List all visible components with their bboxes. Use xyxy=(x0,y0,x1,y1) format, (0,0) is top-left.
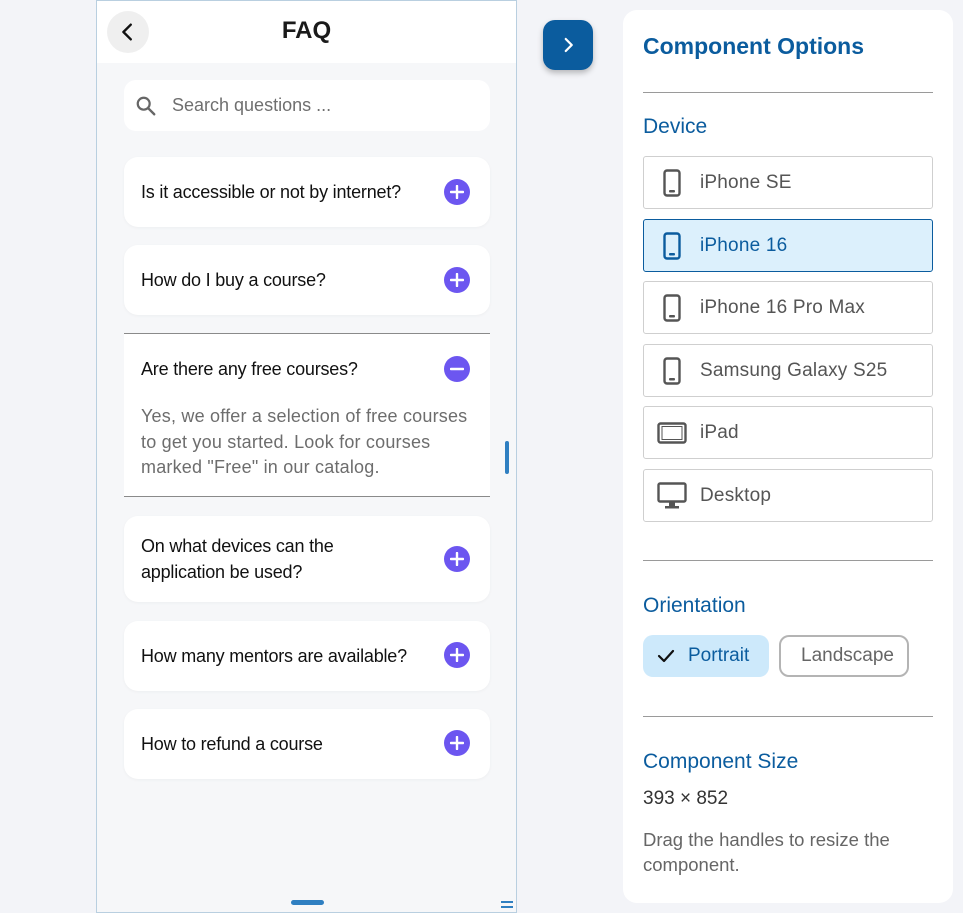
faq-item[interactable]: Is it accessible or not by internet? xyxy=(124,157,490,227)
panel-title: Component Options xyxy=(643,33,865,59)
app-header: FAQ xyxy=(97,1,516,63)
faq-question: How do I buy a course? xyxy=(141,270,326,290)
faq-answer: Yes, we offer a selection of free course… xyxy=(141,406,468,477)
faq-question: How many mentors are available? xyxy=(141,646,407,666)
orientation-portrait-button[interactable]: Portrait xyxy=(643,635,769,677)
tablet-icon xyxy=(644,407,700,458)
faq-question: How to refund a course xyxy=(141,734,323,754)
search-bar[interactable] xyxy=(124,80,490,131)
phone-icon xyxy=(644,282,700,333)
device-option-iphone-16-pro-max[interactable]: iPhone 16 Pro Max xyxy=(643,281,933,334)
component-size-value: 393 × 852 xyxy=(643,788,729,809)
divider xyxy=(643,716,933,717)
orientation-section-label: Orientation xyxy=(643,594,746,617)
device-option-desktop[interactable]: Desktop xyxy=(643,469,933,522)
resize-handle-corner[interactable] xyxy=(501,901,513,908)
size-section-label: Component Size xyxy=(643,750,799,773)
phone-icon xyxy=(644,157,700,208)
faq-item[interactable]: How many mentors are available? xyxy=(124,621,490,691)
search-input[interactable] xyxy=(172,95,472,116)
faq-question: On what devices can the application be u… xyxy=(141,536,334,582)
resize-handle-bottom[interactable] xyxy=(291,900,324,905)
device-section-label: Device xyxy=(643,115,708,138)
phone-icon xyxy=(644,345,700,396)
faq-item[interactable]: How to refund a course xyxy=(124,709,490,779)
expand-icon[interactable] xyxy=(444,546,470,572)
device-option-iphone-16[interactable]: iPhone 16 xyxy=(643,219,933,272)
expand-icon[interactable] xyxy=(444,730,470,756)
expand-icon[interactable] xyxy=(444,267,470,293)
divider xyxy=(643,92,933,93)
phone-icon xyxy=(644,220,700,271)
orientation-landscape-button[interactable]: Landscape xyxy=(779,635,909,677)
device-option-samsung-galaxy-s25[interactable]: Samsung Galaxy S25 xyxy=(643,344,933,397)
device-option-iphone-se[interactable]: iPhone SE xyxy=(643,156,933,209)
phone-preview: FAQ Is it accessible or not by internet?… xyxy=(96,0,517,913)
search-icon xyxy=(134,94,158,118)
faq-item[interactable]: On what devices can the application be u… xyxy=(124,516,490,602)
faq-item[interactable]: How do I buy a course? xyxy=(124,245,490,315)
device-option-ipad[interactable]: iPad xyxy=(643,406,933,459)
monitor-icon xyxy=(644,470,700,521)
page-title: FAQ xyxy=(281,17,332,44)
scrollbar-thumb[interactable] xyxy=(505,441,509,474)
expand-icon[interactable] xyxy=(444,642,470,668)
faq-item-expanded[interactable]: Are there any free courses? Yes, we offe… xyxy=(124,333,490,497)
faq-question: Are there any free courses? xyxy=(141,359,358,379)
chevron-right-icon xyxy=(564,37,573,53)
faq-question: Is it accessible or not by internet? xyxy=(141,182,401,202)
check-icon xyxy=(657,649,675,663)
collapse-icon[interactable] xyxy=(444,356,470,382)
divider xyxy=(643,560,933,561)
component-options-panel: Component Options Device iPhone SE iPhon… xyxy=(623,10,953,903)
resize-hint: Drag the handles to resize the component… xyxy=(643,829,890,875)
panel-toggle-button[interactable] xyxy=(543,20,593,70)
expand-icon[interactable] xyxy=(444,179,470,205)
